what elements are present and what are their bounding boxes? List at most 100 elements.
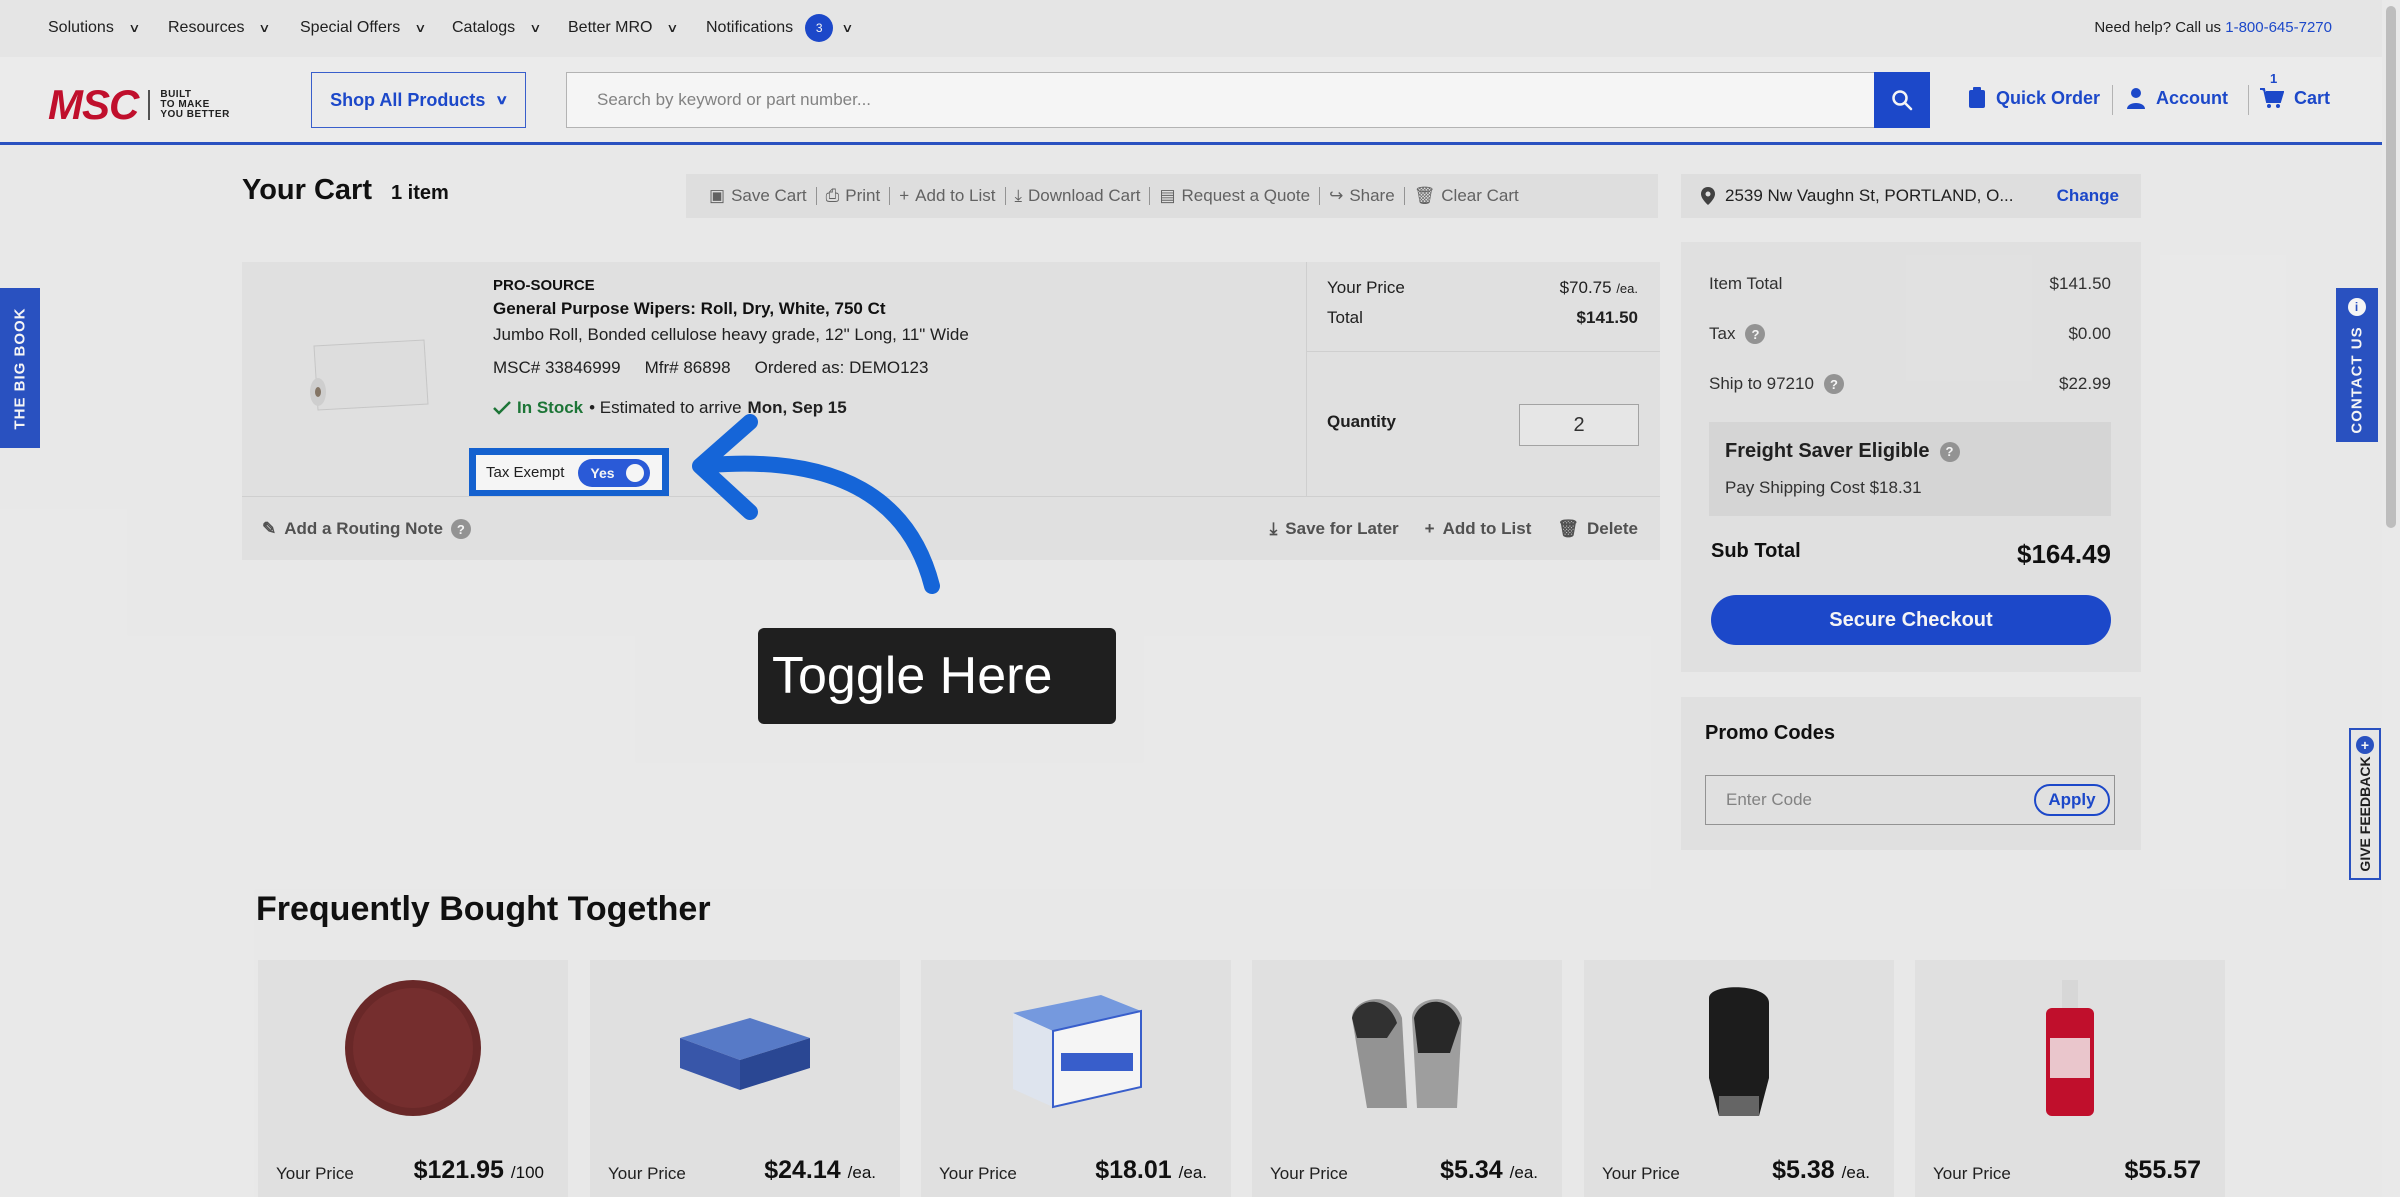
share-button[interactable]: ↪ Share: [1320, 186, 1404, 206]
black-glove-icon: [1709, 987, 1769, 1116]
search-icon: [1892, 90, 1913, 111]
nav-notifications[interactable]: Notifications 3 ∨: [706, 14, 854, 42]
add-to-list-button[interactable]: + Add to List: [890, 186, 1004, 206]
product-title[interactable]: General Purpose Wipers: Roll, Dry, White…: [493, 299, 886, 319]
fbt-price: $5.34 /ea.: [1440, 1156, 1538, 1184]
promo-code-input[interactable]: [1706, 776, 2006, 824]
help-icon[interactable]: ?: [1823, 374, 1844, 394]
disc-icon: [345, 980, 481, 1116]
clear-cart-button[interactable]: 🗑 Clear Cart: [1405, 186, 1528, 206]
chevron-down-icon: ∨: [414, 21, 427, 35]
page-scrollbar[interactable]: [2382, 0, 2400, 1197]
download-cart-button[interactable]: ⤓ Download Cart: [1006, 186, 1150, 206]
product-image[interactable]: [304, 334, 434, 412]
plus-icon: +: [2356, 736, 2374, 754]
curved-arrow-icon: [692, 414, 940, 594]
big-book-tab[interactable]: THE BIG BOOK: [0, 288, 40, 448]
cart-icon: [2260, 88, 2284, 108]
secure-checkout-button[interactable]: Secure Checkout: [1711, 595, 2111, 645]
price-panel: Your Price $70.75 /ea. Total $141.50 Quant…: [1306, 262, 1660, 496]
shop-all-products-button[interactable]: Shop All Products ∨: [311, 72, 526, 128]
plus-icon: +: [1424, 519, 1435, 538]
fbt-price: $121.95 /100: [413, 1156, 544, 1184]
utility-bar: Solutions ∨ Resources ∨ Special Offers ∨ Ca…: [0, 0, 2400, 57]
search-bar: [566, 72, 1930, 128]
save-for-later-button[interactable]: ⤓ Save for Later: [1270, 519, 1399, 539]
help-text: Need help? Call us 1-800-645-7270: [2094, 19, 2332, 36]
toggle-knob: [626, 463, 645, 482]
print-button[interactable]: ⎙ Print: [817, 186, 890, 206]
tax-amount: $0.00: [2068, 324, 2111, 343]
fbt-product-card[interactable]: Your Price $55.57: [1915, 960, 2225, 1197]
promo-codes-panel: Promo Codes Apply: [1681, 697, 2141, 850]
help-icon[interactable]: ?: [1745, 324, 1766, 344]
trash-icon: 🗑: [1557, 519, 1579, 538]
fbt-product-card[interactable]: Your Price $24.14 /ea.: [590, 960, 900, 1197]
nav-better-mro[interactable]: Better MRO ∨: [568, 14, 680, 42]
nav-special-offers[interactable]: Special Offers ∨: [300, 14, 427, 42]
quick-order-link[interactable]: Quick Order: [1968, 87, 2100, 109]
trash-icon: 🗑: [1413, 186, 1436, 205]
tax-exempt-control: Tax Exempt Yes: [469, 448, 669, 497]
product-brand: PRO-SOURCE: [493, 277, 595, 294]
battery-box-icon: [1013, 995, 1142, 1109]
quantity-input[interactable]: 2: [1519, 404, 1639, 446]
freight-saver-box: Freight Saver Eligible? Pay Shipping Cos…: [1709, 422, 2111, 516]
line-total: $141.50: [1576, 308, 1638, 327]
unit-price: $70.75 /ea.: [1559, 278, 1638, 297]
cart-toolbar: ▣ Save Cart ⎙ Print + Add to List ⤓ Download…: [686, 174, 1658, 218]
print-icon: ⎙: [825, 186, 840, 205]
change-address-link[interactable]: Change: [2057, 186, 2119, 206]
search-input[interactable]: [567, 73, 1817, 127]
save-cart-button[interactable]: ▣ Save Cart: [700, 186, 816, 206]
tax-exempt-label: Tax Exempt: [486, 464, 565, 481]
user-icon: [2127, 88, 2145, 109]
request-quote-button[interactable]: ▤ Request a Quote: [1150, 186, 1319, 206]
msc-logo[interactable]: MSC BUILT TO MAKE YOU BETTER: [48, 81, 230, 129]
page-title: Your Cart: [242, 174, 372, 206]
fbt-product-card[interactable]: Your Price $121.95 /100: [258, 960, 568, 1197]
glove-icon: [1352, 999, 1462, 1108]
download-icon: ⤓: [1269, 519, 1278, 538]
scroll-thumb[interactable]: [2386, 6, 2396, 528]
subtotal-value: $164.49: [2017, 539, 2111, 569]
add-routing-note-button[interactable]: ✎ Add a Routing Note ?: [262, 519, 471, 539]
nav-catalogs[interactable]: Catalogs ∨: [452, 14, 542, 42]
shipping-address-bar: 2539 Nw Vaughn St, PORTLAND, O... Change: [1681, 174, 2141, 218]
chevron-down-icon: ∨: [128, 21, 141, 35]
shipping-amount: $22.99: [2059, 374, 2111, 393]
search-button[interactable]: [1874, 72, 1930, 128]
apply-promo-button[interactable]: Apply: [2034, 784, 2110, 816]
contact-us-tab[interactable]: i CONTACT US: [2336, 288, 2378, 442]
nav-resources[interactable]: Resources ∨: [168, 14, 271, 42]
nav-solutions[interactable]: Solutions ∨: [48, 14, 141, 42]
fbt-price: $18.01 /ea.: [1095, 1156, 1207, 1184]
save-icon: ▣: [709, 186, 726, 205]
order-summary: Item Total $141.50 Tax? $0.00 Ship to 9721…: [1681, 242, 2141, 672]
fbt-product-card[interactable]: Your Price $5.34 /ea.: [1252, 960, 1562, 1197]
delete-item-button[interactable]: 🗑 Delete: [1557, 519, 1638, 539]
cart-link[interactable]: Cart: [2260, 87, 2330, 109]
fbt-product-card[interactable]: Your Price $5.38 /ea.: [1584, 960, 1894, 1197]
tax-exempt-toggle[interactable]: Yes: [578, 458, 651, 487]
chevron-down-icon: ∨: [841, 21, 854, 35]
fbt-product-card[interactable]: Your Price $18.01 /ea.: [921, 960, 1231, 1197]
help-phone-link[interactable]: 1-800-645-7270: [2225, 19, 2332, 36]
help-icon[interactable]: ?: [450, 519, 471, 539]
check-icon: [493, 401, 511, 415]
download-icon: ⤓: [1014, 186, 1023, 205]
tutorial-callout: Toggle Here: [758, 628, 1116, 724]
product-ids: MSC# 33846999 Mfr# 86898 Ordered as: DEM…: [493, 358, 928, 378]
location-pin-icon: [1701, 187, 1715, 205]
chevron-down-icon: ∨: [666, 21, 680, 35]
main-header: MSC BUILT TO MAKE YOU BETTER Shop All Prod…: [0, 57, 2400, 145]
fbt-price: $55.57: [2124, 1156, 2201, 1184]
account-link[interactable]: Account: [2126, 87, 2228, 109]
give-feedback-tab[interactable]: + GIVE FEEDBACK: [2349, 728, 2381, 880]
item-total: $141.50: [2049, 274, 2111, 293]
ordered-as: Ordered as: DEMO123: [754, 358, 929, 377]
clipboard-icon: [1969, 87, 1985, 108]
quantity-label: Quantity: [1327, 412, 1396, 431]
help-icon[interactable]: ?: [1939, 441, 1960, 462]
item-add-to-list-button[interactable]: + Add to List: [1425, 519, 1532, 539]
